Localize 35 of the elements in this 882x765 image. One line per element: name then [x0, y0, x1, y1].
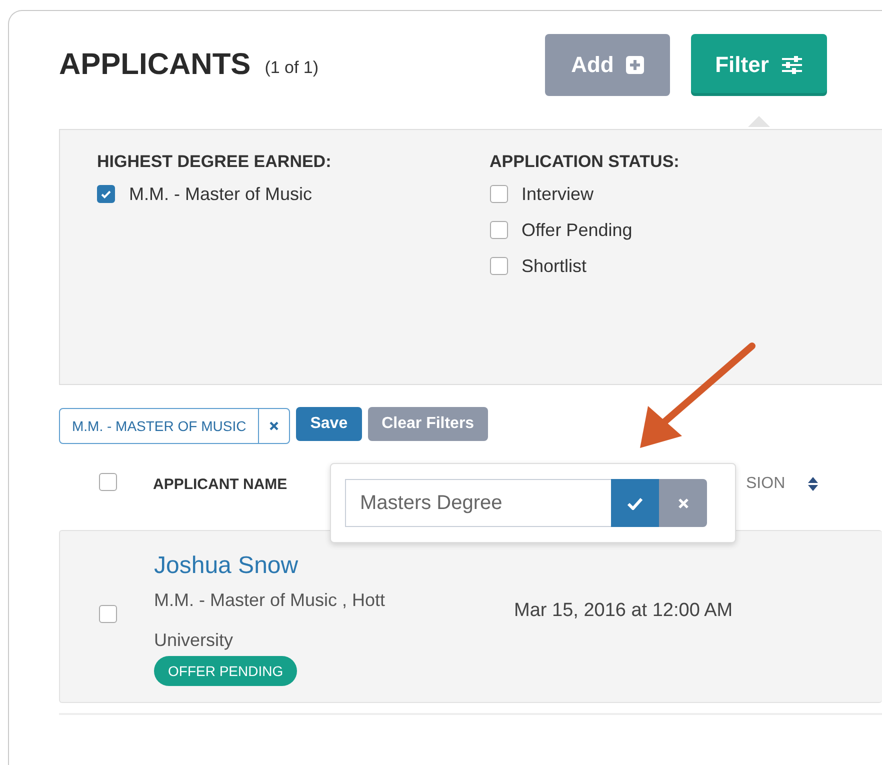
checkbox[interactable] — [490, 185, 508, 203]
filter-option-label[interactable]: Shortlist — [522, 256, 587, 276]
column-header[interactable]: SION — [746, 475, 786, 493]
checkbox[interactable] — [99, 473, 117, 491]
clear-filters-button[interactable]: Clear Filters — [368, 407, 488, 441]
submission-date: Mar 15, 2016 at 12:00 AM — [514, 600, 734, 622]
filter-tag-label: M.M. - MASTER OF MUSIC — [60, 409, 260, 443]
filter-button[interactable]: Filter — [691, 34, 827, 96]
save-button[interactable]: Save — [296, 407, 362, 441]
checkbox[interactable] — [490, 257, 508, 275]
check-icon — [100, 188, 112, 200]
filter-heading: HIGHEST DEGREE EARNED: — [97, 152, 332, 172]
checkbox[interactable] — [99, 605, 117, 623]
cancel-button[interactable] — [659, 479, 707, 527]
confirm-button[interactable] — [611, 479, 659, 527]
close-icon — [678, 498, 688, 508]
applicant-degree: M.M. - Master of Music , Hott University — [154, 588, 386, 652]
sliders-icon — [780, 56, 803, 74]
filter-name-input[interactable]: Masters Degree — [345, 479, 611, 527]
filter-heading: APPLICATION STATUS: — [490, 152, 680, 172]
add-button[interactable]: Add — [545, 34, 670, 96]
filter-option-label[interactable]: M.M. - Master of Music — [129, 184, 312, 204]
column-header: APPLICANT NAME — [153, 476, 288, 492]
plus-icon — [626, 56, 644, 74]
checkbox[interactable] — [490, 221, 508, 239]
check-icon — [627, 496, 643, 510]
sort-icon[interactable] — [807, 476, 820, 492]
page-title: APPLICANTS — [59, 48, 251, 82]
close-icon — [269, 421, 280, 431]
checkbox[interactable] — [97, 185, 115, 203]
status-badge: OFFER PENDING — [154, 656, 298, 686]
result-count: (1 of 1) — [264, 58, 319, 78]
applicant-name-link[interactable]: Joshua Snow — [154, 552, 298, 580]
filter-option-label[interactable]: Offer Pending — [522, 220, 632, 240]
filter-option-label[interactable]: Interview — [522, 184, 594, 204]
